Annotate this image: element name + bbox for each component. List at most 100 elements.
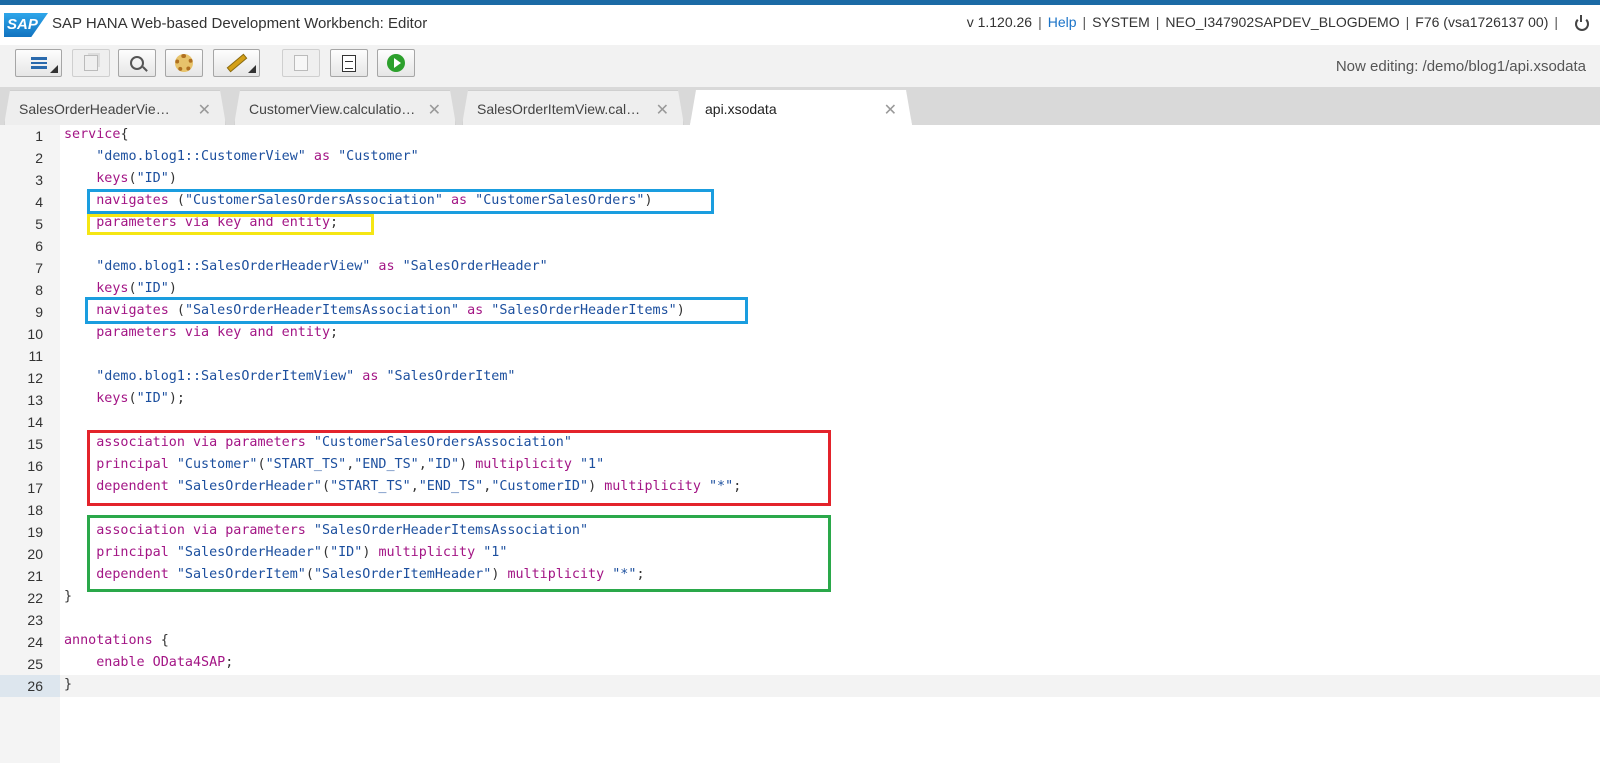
editor-tab-bar: SalesOrderHeaderView.calculationview ✕ C… xyxy=(0,87,1600,125)
code-line[interactable]: 25 enable OData4SAP; xyxy=(0,653,1600,675)
tab-customerview[interactable]: CustomerView.calculationview ✕ xyxy=(234,90,456,125)
line-number: 2 xyxy=(35,150,43,166)
string-token: "Customer" xyxy=(338,149,419,164)
plain-token: ( xyxy=(128,281,137,296)
keyword-token: parameters via key and entity xyxy=(96,215,331,230)
code-line[interactable]: 5 parameters via key and entity; xyxy=(0,213,1600,235)
logout-power-icon[interactable] xyxy=(1574,15,1589,31)
line-number: 21 xyxy=(27,568,43,584)
line-number: 25 xyxy=(27,656,43,672)
keyword-token: dependent xyxy=(96,479,169,494)
copy-button[interactable] xyxy=(72,49,110,77)
code-line[interactable]: 2 "demo.blog1::CustomerView" as "Custome… xyxy=(0,147,1600,169)
document-button[interactable] xyxy=(330,49,368,77)
line-number: 12 xyxy=(27,370,43,386)
run-button[interactable] xyxy=(377,49,415,77)
code-line[interactable]: 10 parameters via key and entity; xyxy=(0,323,1600,345)
string-token: "SalesOrderHeader" xyxy=(176,479,322,494)
account-label: NEO_I347902SAPDEV_BLOGDEMO xyxy=(1165,14,1400,30)
dropdown-arrow-icon xyxy=(248,65,256,73)
line-number: 23 xyxy=(27,612,43,628)
code-line[interactable]: 13 keys("ID"); xyxy=(0,389,1600,411)
plain-token: ) xyxy=(491,567,508,582)
code-line[interactable]: 19 association via parameters "SalesOrde… xyxy=(0,521,1600,543)
code-editor[interactable]: 1 service{2 "demo.blog1::CustomerView" as… xyxy=(0,125,1600,763)
line-number: 3 xyxy=(35,172,43,188)
help-link[interactable]: Help xyxy=(1048,14,1077,30)
keyword-token: keys xyxy=(96,391,129,406)
plain-token: ( xyxy=(322,479,331,494)
code-text: dependent "SalesOrderItem"("SalesOrderIt… xyxy=(64,567,644,582)
code-line[interactable]: 24 annotations { xyxy=(0,631,1600,653)
string-token: "*" xyxy=(709,479,734,494)
code-text: service{ xyxy=(64,127,129,142)
string-token: "Customer" xyxy=(176,457,258,472)
sap-logo: SAP xyxy=(4,13,48,37)
string-token: "CustomerSalesOrders" xyxy=(475,193,645,208)
code-line[interactable]: 16 principal "Customer"("START_TS","END_… xyxy=(0,455,1600,477)
code-line[interactable]: 20 principal "SalesOrderHeader"("ID") mu… xyxy=(0,543,1600,565)
code-line[interactable]: 11 xyxy=(0,345,1600,367)
tab-salesorderitemview[interactable]: SalesOrderItemView.calculationview ✕ xyxy=(462,90,684,125)
separator: | xyxy=(1082,14,1087,30)
keyword-token: navigates xyxy=(96,303,169,318)
code-text: association via parameters "CustomerSale… xyxy=(64,435,572,450)
string-token: "1" xyxy=(580,457,605,472)
line-number: 13 xyxy=(27,392,43,408)
code-line[interactable]: 7 "demo.blog1::SalesOrderHeaderView" as … xyxy=(0,257,1600,279)
close-tab-icon[interactable]: ✕ xyxy=(656,100,669,120)
code-text: keys("ID"); xyxy=(64,391,185,406)
keyword-token: enable OData4SAP xyxy=(96,655,226,670)
string-token: "SalesOrderItemHeader" xyxy=(313,567,492,582)
code-line[interactable]: 4 navigates ("CustomerSalesOrdersAssocia… xyxy=(0,191,1600,213)
code-text: parameters via key and entity; xyxy=(64,325,338,340)
close-tab-icon[interactable]: ✕ xyxy=(428,100,441,120)
plain-token: ; xyxy=(225,655,234,670)
code-line[interactable]: 15 association via parameters "CustomerS… xyxy=(0,433,1600,455)
tab-salesorderheaderview[interactable]: SalesOrderHeaderView.calculationview ✕ xyxy=(4,90,226,125)
code-line[interactable]: 17 dependent "SalesOrderHeader"("START_T… xyxy=(0,477,1600,499)
code-line[interactable]: 18 xyxy=(0,499,1600,521)
code-line[interactable]: 12 "demo.blog1::SalesOrderItemView" as "… xyxy=(0,367,1600,389)
settings-button[interactable] xyxy=(165,49,203,77)
code-line[interactable]: 14 xyxy=(0,411,1600,433)
plain-token: ; xyxy=(733,479,742,494)
now-editing-label: Now editing: /demo/blog1/api.xsodata xyxy=(1335,58,1586,75)
code-line[interactable]: 21 dependent "SalesOrderItem"("SalesOrde… xyxy=(0,565,1600,587)
code-line[interactable]: 8 keys("ID") xyxy=(0,279,1600,301)
code-text: keys("ID") xyxy=(64,171,177,186)
keyword-token: dependent xyxy=(96,567,169,582)
string-token: "CustomerSalesOrdersAssociation" xyxy=(313,435,572,450)
menu-button[interactable] xyxy=(15,49,62,77)
separator: | xyxy=(1405,14,1410,30)
line-number: 6 xyxy=(35,238,43,254)
tab-api-xsodata[interactable]: api.xsodata ✕ xyxy=(690,90,912,125)
code-text: "demo.blog1::SalesOrderItemView" as "Sal… xyxy=(64,369,515,384)
tools-button[interactable] xyxy=(213,49,260,77)
plain-token: , xyxy=(418,457,427,472)
tab-label: SalesOrderItemView.calculationview xyxy=(477,101,641,117)
plain-token: ( xyxy=(128,171,137,186)
code-line[interactable]: 22} xyxy=(0,587,1600,609)
string-token: "START_TS" xyxy=(330,479,411,494)
code-line[interactable]: 26} xyxy=(0,675,1600,697)
code-line[interactable]: 6 xyxy=(0,235,1600,257)
close-tab-icon[interactable]: ✕ xyxy=(198,100,211,120)
string-token: "demo.blog1::SalesOrderItemView" xyxy=(96,369,355,384)
plain-token: ); xyxy=(168,391,185,406)
code-line[interactable]: 3 keys("ID") xyxy=(0,169,1600,191)
close-tab-icon[interactable]: ✕ xyxy=(884,100,897,120)
string-token: "ID" xyxy=(330,545,363,560)
code-line[interactable]: 9 navigates ("SalesOrderHeaderItemsAssoc… xyxy=(0,301,1600,323)
save-button[interactable] xyxy=(282,49,320,77)
code-line[interactable]: 23 xyxy=(0,609,1600,631)
search-button[interactable] xyxy=(118,49,156,77)
code-line[interactable]: 1 service{ xyxy=(0,125,1600,147)
line-number: 26 xyxy=(0,675,60,697)
line-number: 11 xyxy=(28,348,43,364)
